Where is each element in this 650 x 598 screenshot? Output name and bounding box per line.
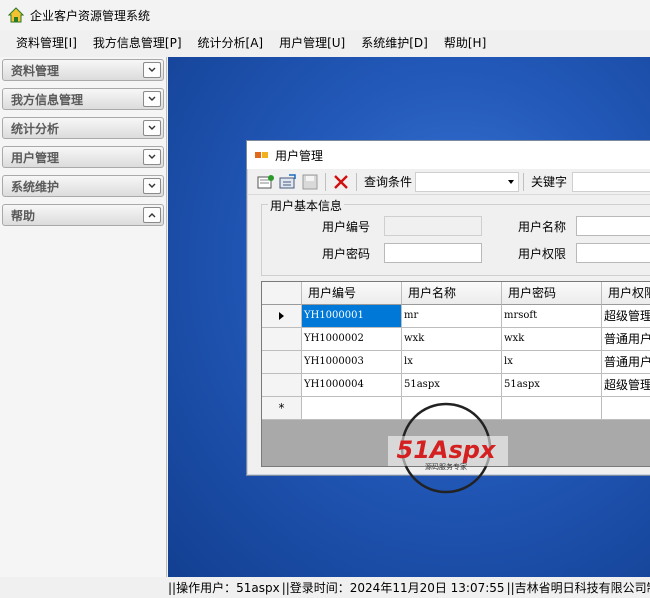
table-cell[interactable]: wxk <box>402 328 502 351</box>
new-row-marker: * <box>262 397 302 420</box>
menu-user-management[interactable]: 用户管理[U] <box>271 31 353 55</box>
add-icon[interactable] <box>255 171 277 193</box>
chevron-down-icon[interactable] <box>143 91 161 107</box>
chevron-up-icon[interactable] <box>143 207 161 223</box>
chevron-down-icon[interactable] <box>143 62 161 78</box>
table-cell[interactable]: YH1000001 <box>302 305 402 328</box>
grid-header-row: 用户编号 用户名称 用户密码 用户权限 <box>262 282 650 305</box>
menu-our-info[interactable]: 我方信息管理[P] <box>85 31 190 55</box>
status-operator: ||操作用户：51aspx <box>168 581 280 595</box>
chevron-down-icon[interactable] <box>143 120 161 136</box>
row-header[interactable] <box>262 328 302 351</box>
status-bar: ||操作用户：51aspx ||登录时间：2024年11月20日 13:07:5… <box>168 577 650 598</box>
column-header[interactable]: 用户权限 <box>602 282 650 305</box>
table-cell[interactable]: YH1000002 <box>302 328 402 351</box>
table-row[interactable]: YH1000002 wxk wxk 普通用户 <box>262 328 650 351</box>
edit-icon[interactable] <box>277 171 299 193</box>
menu-bar: 资料管理[I] 我方信息管理[P] 统计分析[A] 用户管理[U] 系统维护[D… <box>0 31 650 55</box>
window-title: 用户管理 <box>275 148 324 163</box>
status-company: ||吉林省明日科技有限公司制作 <box>506 581 650 595</box>
table-cell[interactable]: 51aspx <box>402 374 502 397</box>
sidebar-item-label: 用户管理 <box>11 150 60 165</box>
row-header[interactable] <box>262 374 302 397</box>
user-permission-select[interactable] <box>576 243 650 263</box>
query-condition-select[interactable] <box>415 171 520 192</box>
sidebar-item-label: 统计分析 <box>11 121 60 136</box>
chevron-down-icon <box>508 179 515 184</box>
table-cell[interactable]: 普通用户 <box>602 351 650 374</box>
sidebar-item-data[interactable]: 资料管理 <box>2 59 164 81</box>
toolbar-separator <box>325 172 326 191</box>
menu-statistics[interactable]: 统计分析[A] <box>190 31 272 55</box>
menu-data[interactable]: 资料管理[I] <box>8 31 85 55</box>
home-icon <box>8 7 24 23</box>
grid-corner-cell <box>262 282 302 305</box>
app-titlebar: 企业客户资源管理系统 <box>0 0 650 30</box>
table-row[interactable]: YH1000001 mr mrsoft 超级管理员 <box>262 305 650 328</box>
table-cell[interactable]: 普通用户 <box>602 328 650 351</box>
toolbar-separator <box>523 172 525 191</box>
watermark-tagline: 源码服务专家 <box>425 462 467 471</box>
user-password-field[interactable] <box>384 243 482 263</box>
column-header[interactable]: 用户名称 <box>402 282 502 305</box>
table-cell[interactable]: lx <box>402 351 502 374</box>
user-name-field[interactable] <box>576 216 650 236</box>
keyword-label: 关键字 <box>531 175 568 189</box>
column-header[interactable]: 用户编号 <box>302 282 402 305</box>
sidebar-item-label: 系统维护 <box>11 179 60 194</box>
window-icon <box>255 152 268 158</box>
toolbar-separator <box>356 172 357 191</box>
sidebar-item-label: 我方信息管理 <box>11 92 84 107</box>
column-header[interactable]: 用户密码 <box>502 282 602 305</box>
sidebar-item-statistics[interactable]: 统计分析 <box>2 117 164 139</box>
watermark-brand: 51Aspx <box>397 436 497 464</box>
menu-help[interactable]: 帮助[H] <box>436 31 494 55</box>
row-header[interactable] <box>262 351 302 374</box>
sidebar-item-our-info[interactable]: 我方信息管理 <box>2 88 164 110</box>
user-id-field[interactable] <box>384 216 482 236</box>
group-legend: 用户基本信息 <box>268 197 345 214</box>
sidebar-item-system-maintenance[interactable]: 系统维护 <box>2 175 164 197</box>
table-cell[interactable]: mr <box>402 305 502 328</box>
user-id-label: 用户编号 <box>322 220 371 234</box>
sidebar-item-label: 资料管理 <box>11 63 60 78</box>
save-icon[interactable] <box>299 171 321 193</box>
user-password-label: 用户密码 <box>322 247 371 261</box>
menu-system-maintenance[interactable]: 系统维护[D] <box>353 31 436 55</box>
table-cell[interactable]: 51aspx <box>502 374 602 397</box>
user-info-group: 用户基本信息 用户编号 用户名称 用户密码 用户权限 <box>261 197 650 276</box>
watermark-logo: 51Aspx 源码服务专家 <box>388 402 508 494</box>
table-row[interactable]: YH1000003 lx lx 普通用户 <box>262 351 650 374</box>
table-cell[interactable]: lx <box>502 351 602 374</box>
sidebar: 资料管理 我方信息管理 统计分析 用户管理 系统维护 帮助 <box>0 57 167 577</box>
sidebar-item-user-management[interactable]: 用户管理 <box>2 146 164 168</box>
current-row-indicator-icon[interactable] <box>262 305 302 328</box>
sidebar-item-help[interactable]: 帮助 <box>2 204 164 226</box>
keyword-input[interactable] <box>572 171 650 192</box>
table-cell[interactable] <box>602 397 650 420</box>
toolbar: 查询条件 关键字 <box>247 169 650 195</box>
table-cell[interactable] <box>502 397 602 420</box>
table-cell[interactable]: YH1000004 <box>302 374 402 397</box>
app-title: 企业客户资源管理系统 <box>30 8 151 23</box>
table-cell[interactable]: wxk <box>502 328 602 351</box>
chevron-down-icon[interactable] <box>143 149 161 165</box>
window-titlebar: 用户管理 <box>247 141 650 169</box>
delete-icon[interactable] <box>330 171 352 193</box>
table-cell[interactable]: 超级管理员 <box>602 305 650 328</box>
table-cell[interactable] <box>302 397 402 420</box>
table-row[interactable]: YH1000004 51aspx 51aspx 超级管理员 <box>262 374 650 397</box>
sidebar-item-label: 帮助 <box>11 208 36 223</box>
status-login-time: ||登录时间：2024年11月20日 13:07:55 <box>281 581 505 595</box>
table-cell[interactable]: 超级管理员 <box>602 374 650 397</box>
user-permission-label: 用户权限 <box>518 247 567 261</box>
chevron-down-icon[interactable] <box>143 178 161 194</box>
table-cell[interactable]: YH1000003 <box>302 351 402 374</box>
user-name-label: 用户名称 <box>518 220 567 234</box>
query-condition-label: 查询条件 <box>364 175 413 189</box>
table-cell[interactable]: mrsoft <box>502 305 602 328</box>
